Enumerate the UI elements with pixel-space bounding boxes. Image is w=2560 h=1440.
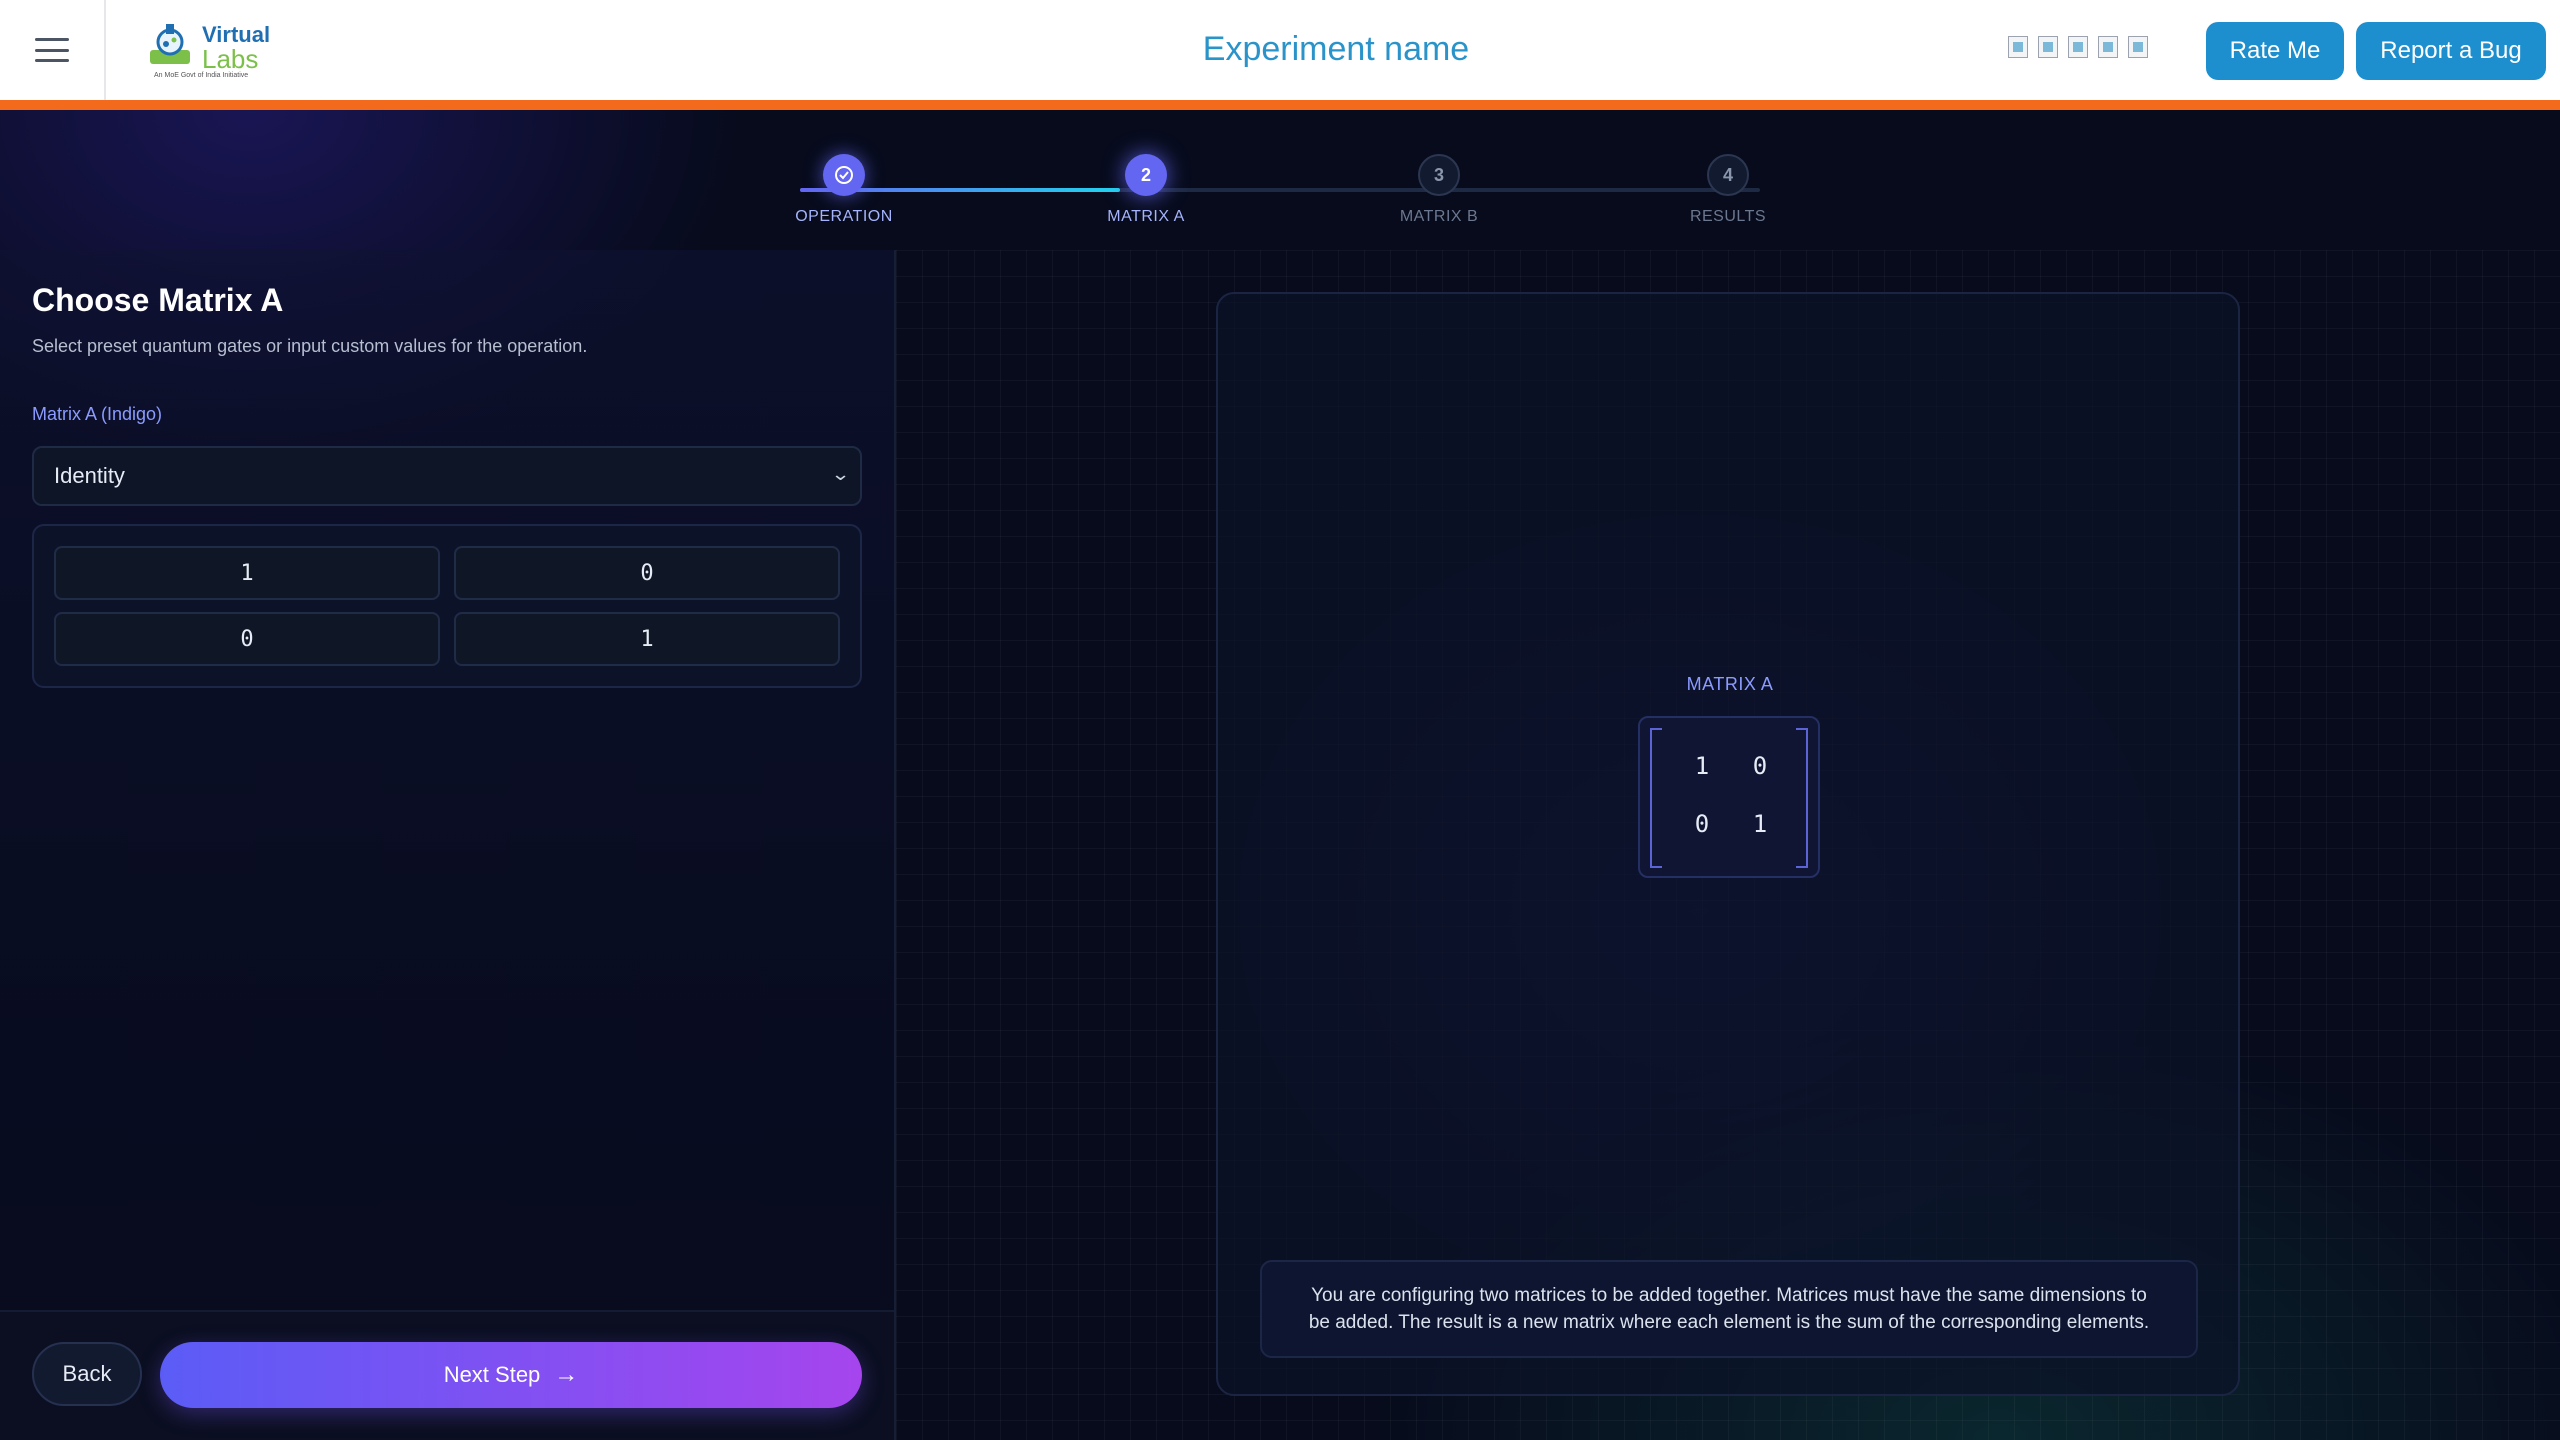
matrix-preset-select[interactable]: Identity ⌄ bbox=[32, 446, 862, 506]
social-icons bbox=[2008, 36, 2148, 58]
matrix-a-field-label: Matrix A (Indigo) bbox=[32, 404, 163, 424]
social-icon-2[interactable] bbox=[2038, 36, 2058, 58]
matrix-a-display-cell-1-1: 1 bbox=[1752, 810, 1768, 838]
progress-stepper: OPERATION 2 MATRIX A 3 MATRIX B 4 RESULT… bbox=[0, 110, 2560, 250]
matrix-a-cell-0-1[interactable]: 0 bbox=[454, 546, 840, 600]
social-icon-1[interactable] bbox=[2008, 36, 2028, 58]
main-stage: OPERATION 2 MATRIX A 3 MATRIX B 4 RESULT… bbox=[0, 110, 2560, 1440]
matrix-a-display-cell-1-0: 0 bbox=[1694, 810, 1710, 838]
matrix-preset-value: Identity bbox=[54, 463, 125, 488]
matrix-a-cell-0-0[interactable]: 1 bbox=[54, 546, 440, 600]
top-bar: Virtual Labs An MoE Govt of India Initia… bbox=[0, 0, 2560, 100]
experiment-title: Experiment name bbox=[1202, 30, 1470, 68]
header-accent-line bbox=[0, 100, 2560, 110]
right-bracket bbox=[1796, 728, 1808, 868]
rate-me-button[interactable]: Rate Me bbox=[2206, 22, 2344, 80]
step-matrix-b-dot[interactable]: 3 bbox=[1418, 154, 1460, 196]
operation-info-box: You are configuring two matrices to be a… bbox=[1260, 1260, 2198, 1358]
next-step-label: Next Step bbox=[443, 1362, 541, 1387]
step-results-dot[interactable]: 4 bbox=[1707, 154, 1749, 196]
config-panel: Choose Matrix A Select preset quantum ga… bbox=[0, 250, 896, 1440]
step-matrix-a-label: MATRIX A bbox=[1107, 208, 1185, 225]
preview-caption: MATRIX A bbox=[1686, 674, 1774, 694]
step-matrix-b-label: MATRIX B bbox=[1399, 208, 1479, 225]
chevron-down-icon: ⌄ bbox=[830, 464, 851, 484]
panel-title: Choose Matrix A bbox=[32, 282, 284, 318]
step-results-label: RESULTS bbox=[1689, 208, 1767, 225]
matrix-a-display-cell-0-0: 1 bbox=[1694, 752, 1710, 780]
panel-footer: Back Next Step → bbox=[0, 1310, 894, 1440]
step-matrix-a-dot[interactable]: 2 bbox=[1125, 154, 1167, 196]
back-button[interactable]: Back bbox=[32, 1342, 142, 1406]
matrix-a-editor: 1 0 0 1 bbox=[32, 524, 862, 688]
report-bug-button[interactable]: Report a Bug bbox=[2356, 22, 2546, 80]
panel-subtitle: Select preset quantum gates or input cus… bbox=[32, 336, 588, 356]
matrix-a-display-cell-0-1: 0 bbox=[1752, 752, 1768, 780]
social-icon-3[interactable] bbox=[2068, 36, 2088, 58]
matrix-a-display: 1 0 0 1 bbox=[1638, 716, 1820, 878]
next-step-button[interactable]: Next Step → bbox=[160, 1342, 862, 1408]
matrix-preview-card: MATRIX A 1 0 0 1 You are configuring two… bbox=[1216, 292, 2240, 1396]
step-operation-label: OPERATION bbox=[795, 208, 893, 225]
left-bracket bbox=[1650, 728, 1662, 868]
logo-tagline: An MoE Govt of India Initiative bbox=[154, 72, 249, 79]
matrix-a-cell-1-1[interactable]: 1 bbox=[454, 612, 840, 666]
social-icon-4[interactable] bbox=[2098, 36, 2118, 58]
check-circle-icon bbox=[835, 166, 853, 184]
step-operation-dot[interactable] bbox=[823, 154, 865, 196]
arrow-right-icon: → bbox=[554, 1361, 579, 1388]
social-icon-5[interactable] bbox=[2128, 36, 2148, 58]
matrix-a-cell-1-0[interactable]: 0 bbox=[54, 612, 440, 666]
